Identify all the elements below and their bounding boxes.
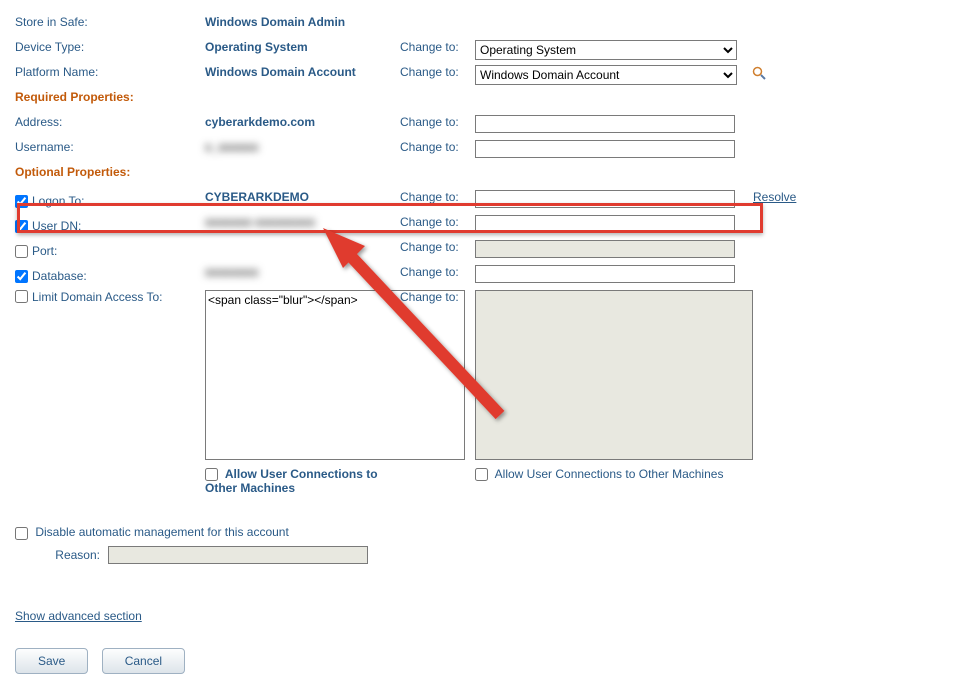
platform-name-label: Platform Name: [15,65,205,79]
address-label: Address: [15,115,205,129]
allow-connections-right-label: Allow User Connections to Other Machines [495,467,724,481]
device-type-value: Operating System [205,40,400,54]
resolve-link[interactable]: Resolve [753,190,796,204]
show-advanced-link[interactable]: Show advanced section [15,609,142,623]
port-checkbox[interactable] [15,245,28,258]
platform-name-value: Windows Domain Account [205,65,400,79]
database-label: Database: [32,269,87,283]
save-button[interactable]: Save [15,648,88,674]
address-input[interactable] [475,115,735,133]
change-to-label: Change to: [400,65,475,79]
reason-input[interactable] [108,546,368,564]
change-to-label: Change to: [400,265,475,279]
database-checkbox[interactable] [15,270,28,283]
search-icon[interactable] [751,65,767,81]
device-type-select[interactable]: Operating System [475,40,737,60]
database-input[interactable] [475,265,735,283]
required-properties-header: Required Properties: [15,90,205,104]
database-value: xxxxxxxx [205,265,400,279]
user-dn-input[interactable] [475,215,735,233]
disable-auto-mgmt-checkbox[interactable] [15,527,28,540]
limit-domain-checkbox[interactable] [15,290,28,303]
user-dn-value: xxxxxxx xxxxxxxxx [205,215,400,229]
store-in-safe-label: Store in Safe: [15,15,205,29]
username-input[interactable] [475,140,735,158]
logon-to-input[interactable] [475,190,735,208]
platform-name-select[interactable]: Windows Domain Account [475,65,737,85]
port-input[interactable] [475,240,735,258]
change-to-label: Change to: [400,140,475,154]
port-label: Port: [32,244,57,258]
optional-properties-header: Optional Properties: [15,165,205,179]
username-value: x_xxxxxx [205,140,400,154]
allow-connections-right-checkbox[interactable] [475,468,488,481]
change-to-label: Change to: [400,215,475,229]
change-to-label: Change to: [400,190,475,204]
limit-domain-textarea-left[interactable]: <span class="blur"></span> [205,290,465,460]
limit-domain-textarea-right[interactable] [475,290,753,460]
disable-auto-mgmt-label: Disable automatic management for this ac… [35,525,288,539]
logon-to-label: Logon To: [32,194,85,208]
allow-connections-left-checkbox[interactable] [205,468,218,481]
logon-to-checkbox[interactable] [15,195,28,208]
change-to-label: Change to: [400,290,475,304]
address-value: cyberarkdemo.com [205,115,400,129]
cancel-button[interactable]: Cancel [102,648,185,674]
limit-domain-label: Limit Domain Access To: [32,290,163,304]
reason-label: Reason: [15,548,100,562]
allow-connections-left-label: Allow User Connections to Other Machines [205,467,378,495]
change-to-label: Change to: [400,240,475,254]
device-type-label: Device Type: [15,40,205,54]
change-to-label: Change to: [400,115,475,129]
logon-to-value: CYBERARKDEMO [205,190,400,204]
username-label: Username: [15,140,205,154]
user-dn-label: User DN: [32,219,81,233]
change-to-label: Change to: [400,40,475,54]
store-in-safe-value: Windows Domain Admin [205,15,400,29]
user-dn-checkbox[interactable] [15,220,28,233]
